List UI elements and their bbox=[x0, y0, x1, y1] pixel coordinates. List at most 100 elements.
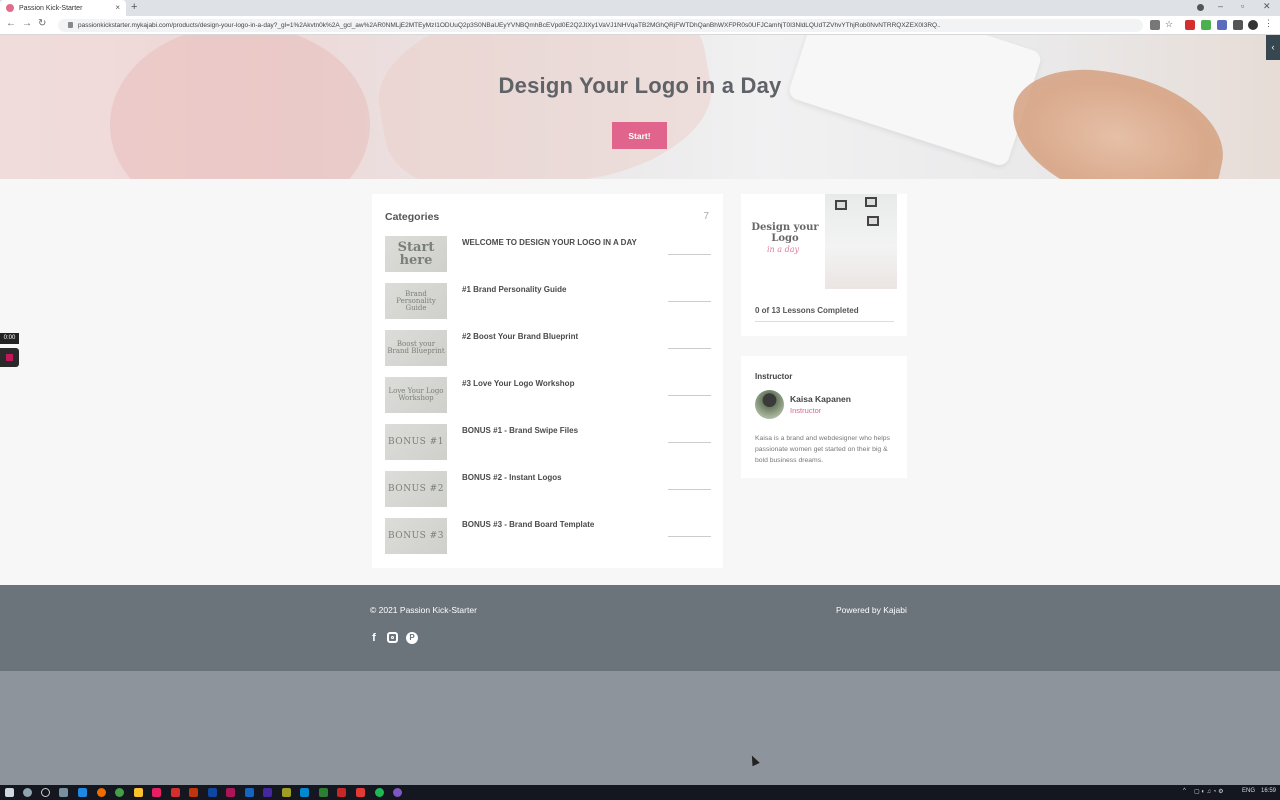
category-thumbnail[interactable]: Start here bbox=[385, 236, 447, 272]
category-title[interactable]: BONUS #3 - Brand Board Template bbox=[462, 520, 594, 529]
instructor-card: Instructor Kaisa Kapanen Instructor Kais… bbox=[741, 356, 907, 478]
instagram-icon[interactable] bbox=[387, 632, 398, 643]
chrome-icon[interactable] bbox=[115, 788, 124, 797]
close-window-icon[interactable]: ✕ bbox=[1263, 1, 1271, 12]
category-thumbnail[interactable]: BONUS #3 bbox=[385, 518, 447, 554]
hero-photo bbox=[110, 35, 370, 179]
category-title[interactable]: BONUS #2 - Instant Logos bbox=[462, 473, 562, 482]
product-image-title: Design your Logo bbox=[751, 222, 819, 244]
product-card: Design your Logo in a day 0 of 13 Lesson… bbox=[741, 194, 907, 336]
page-title: Design Your Logo in a Day bbox=[498, 73, 782, 98]
app-icon[interactable] bbox=[337, 788, 346, 797]
category-title[interactable]: #3 Love Your Logo Workshop bbox=[462, 379, 574, 388]
search-icon[interactable] bbox=[23, 788, 32, 797]
category-item[interactable]: Start here WELCOME TO DESIGN YOUR LOGO I… bbox=[385, 236, 711, 272]
browser-tab[interactable]: Passion Kick-Starter × bbox=[0, 0, 126, 16]
bookmark-star-icon[interactable]: ☆ bbox=[1165, 19, 1175, 29]
app-icon[interactable] bbox=[152, 788, 161, 797]
acrobat-icon[interactable] bbox=[171, 788, 180, 797]
mouse-cursor-icon bbox=[748, 753, 760, 767]
record-icon[interactable] bbox=[1197, 4, 1204, 11]
windows-start-icon[interactable] bbox=[5, 788, 14, 797]
category-item[interactable]: Boost your Brand Blueprint #2 Boost Your… bbox=[385, 330, 711, 366]
address-bar-row: ← → ↻ passionkickstarter.mykajabi.com/pr… bbox=[0, 16, 1280, 35]
lightroom-icon[interactable] bbox=[245, 788, 254, 797]
close-tab-icon[interactable]: × bbox=[115, 3, 120, 12]
clock[interactable]: 16:59 bbox=[1261, 788, 1276, 794]
start-button[interactable]: Start! bbox=[612, 122, 667, 149]
powered-by-link[interactable]: Powered by Kajabi bbox=[836, 605, 907, 615]
category-thumbnail[interactable]: BONUS #2 bbox=[385, 471, 447, 507]
pdf-extension-icon[interactable] bbox=[1185, 20, 1195, 30]
main-content: Categories 7 Start here WELCOME TO DESIG… bbox=[0, 179, 1280, 585]
instructor-name: Kaisa Kapanen bbox=[790, 394, 851, 404]
app-icon[interactable] bbox=[393, 788, 402, 797]
url-field[interactable]: passionkickstarter.mykajabi.com/products… bbox=[58, 19, 1143, 32]
frame-shape bbox=[835, 200, 847, 210]
forward-icon[interactable]: → bbox=[22, 18, 32, 29]
app-icon[interactable] bbox=[78, 788, 87, 797]
extension-icon[interactable] bbox=[1217, 20, 1227, 30]
category-title[interactable]: WELCOME TO DESIGN YOUR LOGO IN A DAY bbox=[462, 238, 637, 247]
category-progress-line bbox=[668, 348, 711, 349]
instructor-avatar bbox=[755, 390, 784, 419]
pinterest-icon[interactable]: P bbox=[406, 632, 418, 644]
category-item[interactable]: BONUS #3 BONUS #3 - Brand Board Template bbox=[385, 518, 711, 554]
incognito-icon[interactable] bbox=[1150, 20, 1160, 30]
firefox-icon[interactable] bbox=[97, 788, 106, 797]
category-title[interactable]: #1 Brand Personality Guide bbox=[462, 285, 566, 294]
instructor-heading: Instructor bbox=[755, 372, 793, 381]
categories-count: 7 bbox=[703, 211, 709, 222]
stop-recording-button[interactable] bbox=[0, 348, 19, 367]
footer: © 2021 Passion Kick-Starter Powered by K… bbox=[0, 585, 1280, 671]
tray-icons[interactable]: ▢ ◐ ♫ ◔ ⚙ bbox=[1194, 788, 1223, 795]
category-title[interactable]: #2 Boost Your Brand Blueprint bbox=[462, 332, 578, 341]
category-item[interactable]: BONUS #2 BONUS #2 - Instant Logos bbox=[385, 471, 711, 507]
category-thumbnail[interactable]: Boost your Brand Blueprint bbox=[385, 330, 447, 366]
app-icon[interactable] bbox=[282, 788, 291, 797]
spotify-icon[interactable] bbox=[375, 788, 384, 797]
app-icon[interactable] bbox=[319, 788, 328, 797]
illustrator-icon[interactable] bbox=[189, 788, 198, 797]
product-image[interactable]: Design your Logo in a day bbox=[745, 194, 897, 289]
category-item[interactable]: Love Your Logo Workshop #3 Love Your Log… bbox=[385, 377, 711, 413]
app-icon[interactable] bbox=[300, 788, 309, 797]
back-icon[interactable]: ← bbox=[6, 18, 16, 29]
language-indicator[interactable]: ENG bbox=[1242, 788, 1255, 794]
category-item[interactable]: BONUS #1 BONUS #1 - Brand Swipe Files bbox=[385, 424, 711, 460]
category-progress-line bbox=[668, 395, 711, 396]
cortana-icon[interactable] bbox=[41, 788, 50, 797]
file-explorer-icon[interactable] bbox=[134, 788, 143, 797]
stop-icon bbox=[6, 354, 13, 361]
category-progress-line bbox=[668, 489, 711, 490]
category-title[interactable]: BONUS #1 - Brand Swipe Files bbox=[462, 426, 578, 435]
minimize-icon[interactable]: – bbox=[1218, 1, 1223, 11]
category-thumbnail[interactable]: Love Your Logo Workshop bbox=[385, 377, 447, 413]
task-view-icon[interactable] bbox=[59, 788, 68, 797]
facebook-icon[interactable]: f bbox=[368, 632, 380, 644]
new-tab-button[interactable]: + bbox=[131, 1, 137, 13]
category-progress-line bbox=[668, 254, 711, 255]
photoshop-icon[interactable] bbox=[208, 788, 217, 797]
tray-arrow-icon[interactable]: ^ bbox=[1183, 788, 1186, 794]
premiere-icon[interactable] bbox=[263, 788, 272, 797]
category-thumbnail[interactable]: BONUS #1 bbox=[385, 424, 447, 460]
category-progress-line bbox=[668, 442, 711, 443]
reload-icon[interactable]: ↻ bbox=[38, 18, 46, 29]
category-item[interactable]: Brand Personality Guide #1 Brand Persona… bbox=[385, 283, 711, 319]
category-thumbnail[interactable]: Brand Personality Guide bbox=[385, 283, 447, 319]
profile-avatar[interactable] bbox=[1248, 20, 1258, 30]
tab-title: Passion Kick-Starter bbox=[19, 4, 83, 12]
menu-icon[interactable]: ⋮ bbox=[1264, 18, 1274, 28]
hero-banner: ‹ Design Your Logo in a Day Start! bbox=[0, 35, 1280, 179]
extension-icon[interactable] bbox=[1201, 20, 1211, 30]
recording-timer: 0:00 bbox=[0, 333, 19, 344]
instructor-bio: Kaisa is a brand and webdesigner who hel… bbox=[755, 435, 890, 464]
maximize-icon[interactable]: ▫ bbox=[1241, 1, 1244, 11]
app-icon[interactable] bbox=[356, 788, 365, 797]
puzzle-icon[interactable] bbox=[1233, 20, 1243, 30]
url-text: passionkickstarter.mykajabi.com/products… bbox=[78, 22, 941, 29]
categories-card: Categories 7 Start here WELCOME TO DESIG… bbox=[372, 194, 723, 568]
indesign-icon[interactable] bbox=[226, 788, 235, 797]
collapse-panel-button[interactable]: ‹ bbox=[1266, 35, 1280, 60]
